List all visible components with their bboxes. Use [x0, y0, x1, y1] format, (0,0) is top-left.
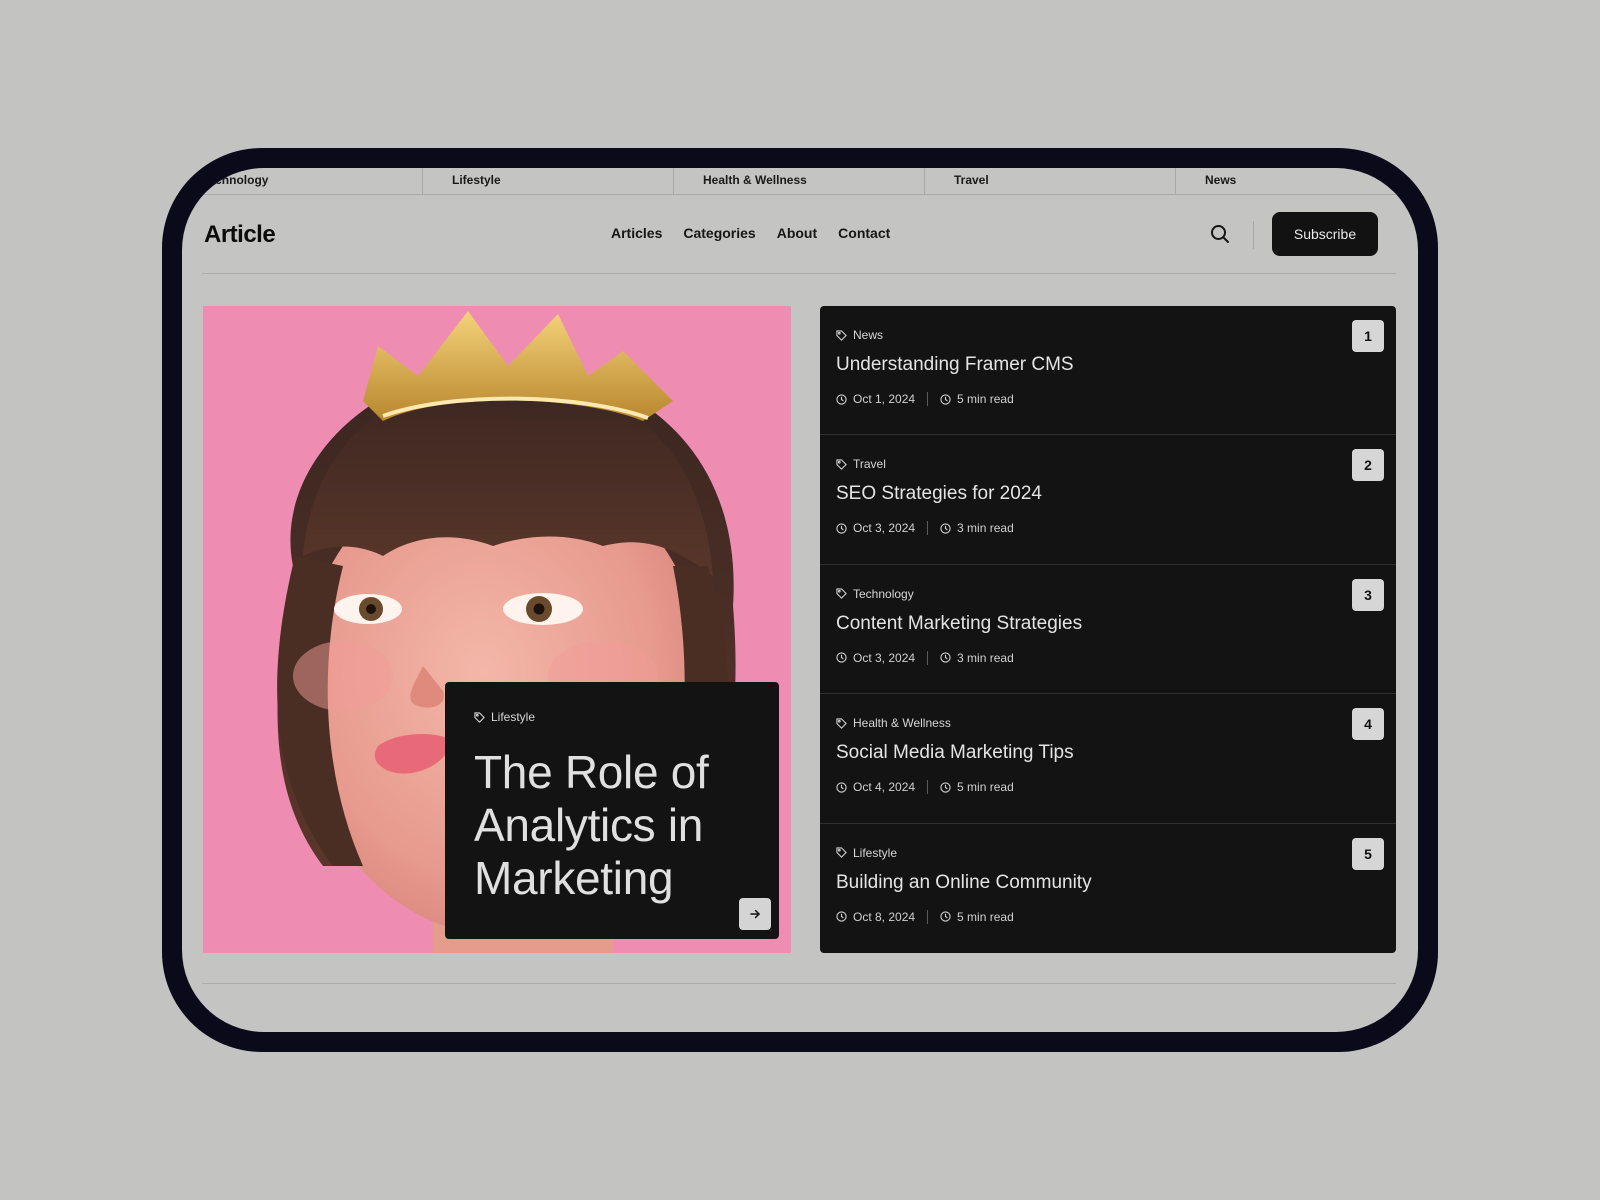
article-meta: Oct 3, 2024 3 min read	[836, 650, 1396, 665]
article-meta: Oct 1, 2024 5 min read	[836, 392, 1396, 406]
search-icon[interactable]	[1208, 222, 1232, 246]
nav-link-about[interactable]: About	[777, 225, 817, 241]
article-tag[interactable]: Travel	[836, 457, 1396, 471]
article-date: Oct 8, 2024	[853, 909, 916, 924]
article-list-item[interactable]: News Understanding Framer CMS Oct 1, 2024 5…	[820, 306, 1396, 436]
article-tag-label: Technology	[853, 586, 914, 601]
tag-icon	[836, 588, 847, 600]
article-title[interactable]: Content Marketing Strategies	[836, 613, 1396, 635]
article-tag[interactable]: Technology	[836, 587, 1396, 601]
ticker-item-health-wellness[interactable]: Health & Wellness	[674, 168, 925, 195]
featured-tag[interactable]: Lifestyle	[474, 710, 751, 724]
article-meta: Oct 3, 2024 3 min read	[836, 521, 1396, 536]
clock-icon	[940, 911, 951, 922]
article-tag-label: Lifestyle	[853, 845, 898, 860]
article-tag[interactable]: Lifestyle	[836, 846, 1396, 860]
tag-icon	[836, 718, 847, 729]
article-meta: Oct 8, 2024 5 min read	[836, 909, 1396, 924]
article-title[interactable]: Building an Online Community	[836, 872, 1396, 894]
calendar-clock-icon	[836, 782, 847, 793]
article-rank-badge: 1	[1352, 320, 1384, 352]
article-title[interactable]: Social Media Marketing Tips	[836, 742, 1396, 764]
tag-icon	[474, 711, 485, 723]
header-divider	[1253, 221, 1254, 249]
nav-link-articles[interactable]: Articles	[611, 225, 662, 241]
article-read-time: 5 min read	[957, 909, 1014, 924]
article-date: Oct 3, 2024	[853, 521, 916, 536]
article-rank-badge: 2	[1352, 449, 1384, 482]
featured-article[interactable]: Lifestyle The Role of Analytics in Marke…	[203, 306, 791, 953]
meta-separator	[927, 392, 929, 406]
article-tag-label: News	[853, 328, 884, 342]
article-rank-badge: 3	[1352, 578, 1384, 611]
meta-separator	[927, 521, 929, 536]
meta-separator	[927, 909, 929, 924]
article-tag-label: Health & Wellness	[853, 716, 951, 731]
calendar-clock-icon	[836, 393, 847, 405]
article-read-time: 5 min read	[957, 392, 1014, 406]
tag-icon	[836, 459, 847, 470]
article-read-time: 5 min read	[957, 780, 1014, 795]
article-rank-badge: 5	[1352, 837, 1384, 870]
arrow-right-icon	[750, 909, 761, 919]
site-header: Article Articles Categories About Contac…	[202, 195, 1396, 274]
subscribe-button[interactable]: Subscribe	[1272, 212, 1378, 256]
article-rank-badge: 4	[1352, 708, 1384, 741]
article-date: Oct 4, 2024	[853, 780, 916, 795]
ticker-item-news[interactable]: News	[1176, 168, 1418, 195]
article-title[interactable]: SEO Strategies for 2024	[836, 483, 1396, 505]
article-read-time: 3 min read	[957, 521, 1014, 536]
ticker-item-lifestyle[interactable]: Lifestyle	[423, 168, 674, 195]
article-read-time: 3 min read	[957, 650, 1014, 665]
article-list-item[interactable]: Health & Wellness Social Media Marketing …	[820, 694, 1396, 824]
clock-icon	[940, 523, 951, 534]
ticker-item-technology[interactable]: Technology	[182, 168, 423, 195]
main-nav: Articles Categories About Contact	[611, 225, 890, 241]
tag-icon	[836, 329, 847, 341]
article-list-item[interactable]: Travel SEO Strategies for 2024 Oct 3, 2024…	[820, 435, 1396, 565]
clock-icon	[940, 652, 951, 663]
article-tag[interactable]: Health & Wellness	[836, 716, 1396, 730]
featured-tag-label: Lifestyle	[491, 710, 536, 724]
article-tag[interactable]: News	[836, 328, 1396, 342]
screen: Technology Lifestyle Health & Wellness T…	[182, 168, 1418, 1032]
meta-separator	[927, 650, 929, 665]
clock-icon	[940, 782, 951, 793]
article-list-item[interactable]: Technology Content Marketing Strategies Oc…	[820, 565, 1396, 695]
calendar-clock-icon	[836, 911, 847, 922]
site-logo[interactable]: Article	[204, 221, 276, 249]
article-title[interactable]: Understanding Framer CMS	[836, 354, 1396, 376]
article-date: Oct 1, 2024	[853, 392, 916, 406]
featured-arrow-button[interactable]	[739, 898, 771, 930]
featured-title[interactable]: The Role of Analytics in Marketing	[474, 746, 751, 905]
featured-card: Lifestyle The Role of Analytics in Marke…	[445, 682, 779, 939]
footer-divider	[202, 983, 1396, 984]
article-list: News Understanding Framer CMS Oct 1, 2024 5…	[820, 306, 1396, 953]
meta-separator	[927, 780, 929, 795]
category-ticker: Technology Lifestyle Health & Wellness T…	[182, 168, 1418, 195]
calendar-clock-icon	[836, 523, 847, 534]
article-list-item[interactable]: Lifestyle Building an Online Community Oct…	[820, 824, 1396, 953]
ticker-item-travel[interactable]: Travel	[925, 168, 1176, 195]
clock-icon	[940, 393, 951, 405]
nav-link-categories[interactable]: Categories	[683, 225, 755, 241]
device-frame: Technology Lifestyle Health & Wellness T…	[162, 148, 1438, 1052]
article-date: Oct 3, 2024	[853, 650, 916, 665]
calendar-clock-icon	[836, 652, 847, 663]
article-meta: Oct 4, 2024 5 min read	[836, 780, 1396, 795]
tag-icon	[836, 847, 847, 858]
article-tag-label: Travel	[853, 457, 886, 472]
nav-link-contact[interactable]: Contact	[838, 225, 890, 241]
